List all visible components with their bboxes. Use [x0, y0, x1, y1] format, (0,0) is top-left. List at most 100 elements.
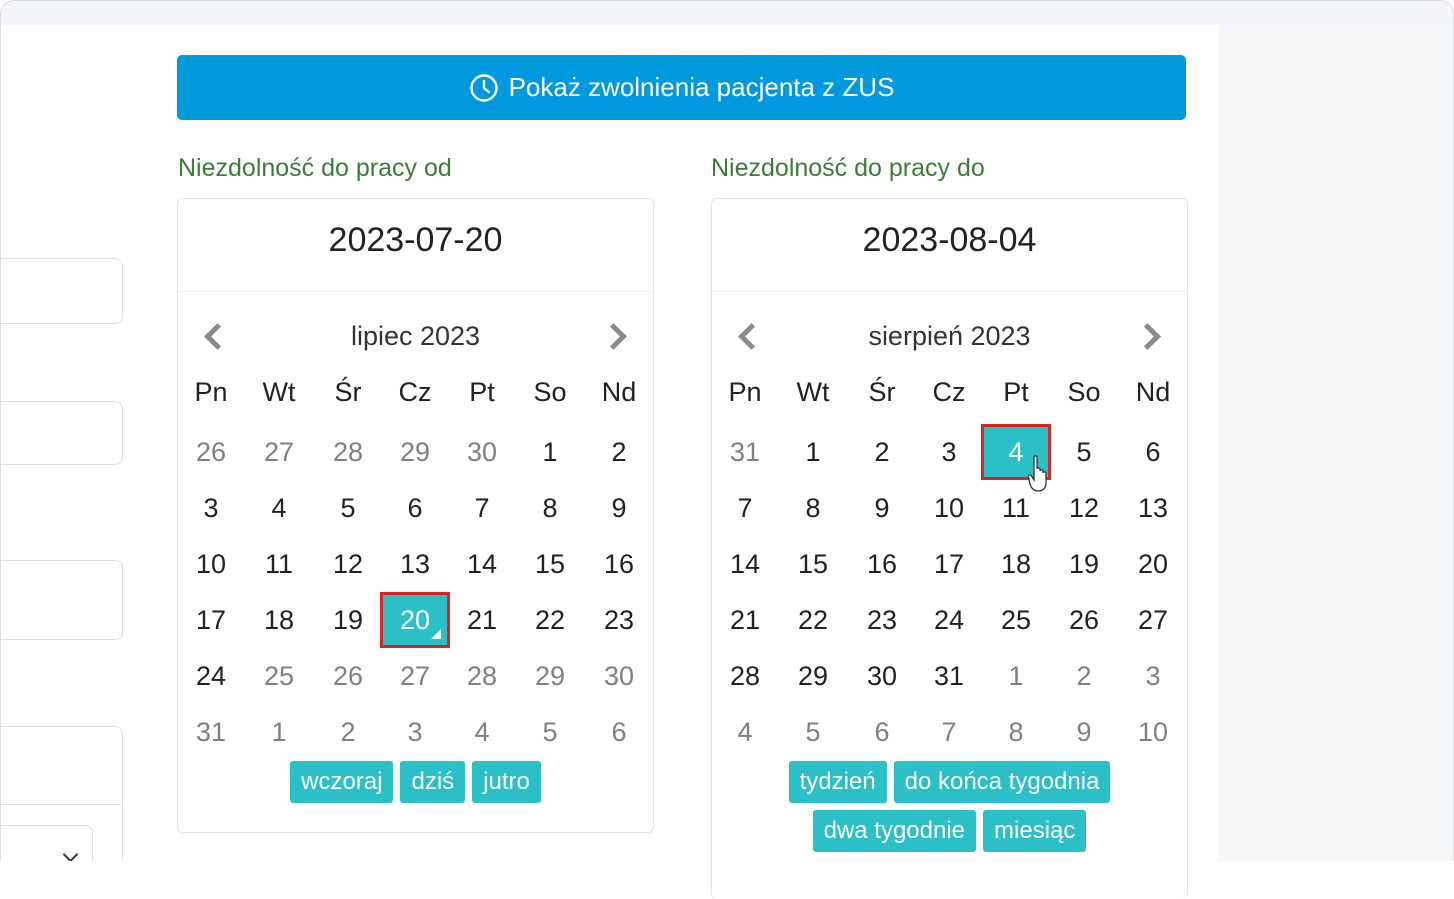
- day-cell[interactable]: 12: [1050, 480, 1118, 536]
- day-cell[interactable]: 3: [381, 704, 449, 760]
- day-cell[interactable]: 30: [848, 648, 916, 704]
- day-cell[interactable]: 2: [585, 424, 653, 480]
- day-cell[interactable]: 13: [381, 536, 449, 592]
- day-cell[interactable]: 2: [314, 704, 382, 760]
- day-cell[interactable]: 6: [848, 704, 916, 760]
- day-cell[interactable]: 7: [711, 480, 779, 536]
- day-cell[interactable]: 28: [314, 424, 382, 480]
- day-cell[interactable]: 10: [915, 480, 983, 536]
- day-cell[interactable]: 29: [516, 648, 584, 704]
- day-cell[interactable]: 24: [177, 648, 245, 704]
- quick-select-button[interactable]: jutro: [472, 761, 541, 803]
- day-cell[interactable]: 13: [1119, 480, 1187, 536]
- day-cell[interactable]: 25: [245, 648, 313, 704]
- day-cell[interactable]: 14: [711, 536, 779, 592]
- day-cell[interactable]: 14: [448, 536, 516, 592]
- day-cell[interactable]: 8: [516, 480, 584, 536]
- day-cell[interactable]: 5: [779, 704, 847, 760]
- day-cell[interactable]: 11: [245, 536, 313, 592]
- day-cell[interactable]: 10: [1119, 704, 1187, 760]
- weekday-label: Nd: [1135, 377, 1171, 407]
- day-cell[interactable]: 27: [245, 424, 313, 480]
- day-cell[interactable]: 2: [848, 424, 916, 480]
- weekday-label: Pn: [194, 377, 228, 407]
- day-cell[interactable]: 18: [245, 592, 313, 648]
- day-cell[interactable]: 12: [314, 536, 382, 592]
- day-cell[interactable]: 16: [848, 536, 916, 592]
- day-cell[interactable]: 27: [381, 648, 449, 704]
- day-cell[interactable]: 22: [516, 592, 584, 648]
- day-cell[interactable]: 3: [1119, 648, 1187, 704]
- day-cell[interactable]: 1: [779, 424, 847, 480]
- selected-day-cell[interactable]: 20: [380, 592, 450, 648]
- day-cell[interactable]: 9: [1050, 704, 1118, 760]
- day-cell[interactable]: 24: [915, 592, 983, 648]
- day-cell[interactable]: 19: [314, 592, 382, 648]
- header-divider: [178, 291, 653, 292]
- left-input-2[interactable]: [1, 401, 123, 465]
- day-cell[interactable]: 30: [448, 424, 516, 480]
- left-input-1[interactable]: [1, 258, 123, 324]
- day-cell[interactable]: 9: [585, 480, 653, 536]
- weekday-label: So: [533, 377, 567, 407]
- day-cell[interactable]: 17: [915, 536, 983, 592]
- day-cell[interactable]: 26: [177, 424, 245, 480]
- day-cell[interactable]: 6: [585, 704, 653, 760]
- day-cell[interactable]: 22: [779, 592, 847, 648]
- weekday-label: Cz: [398, 377, 432, 407]
- day-cell[interactable]: 28: [711, 648, 779, 704]
- day-cell[interactable]: 29: [779, 648, 847, 704]
- day-cell[interactable]: 23: [848, 592, 916, 648]
- day-cell[interactable]: 2: [1050, 648, 1118, 704]
- day-cell[interactable]: 7: [448, 480, 516, 536]
- quick-select-button[interactable]: dziś: [400, 761, 466, 803]
- day-cell[interactable]: 23: [585, 592, 653, 648]
- day-cell[interactable]: 28: [448, 648, 516, 704]
- quick-select-button[interactable]: tydzień: [788, 761, 887, 803]
- day-cell[interactable]: 31: [915, 648, 983, 704]
- day-cell[interactable]: 21: [711, 592, 779, 648]
- quick-select-button[interactable]: wczoraj: [290, 761, 394, 803]
- day-cell[interactable]: 8: [982, 704, 1050, 760]
- day-cell[interactable]: 16: [585, 536, 653, 592]
- day-cell[interactable]: 1: [516, 424, 584, 480]
- day-cell[interactable]: 25: [982, 592, 1050, 648]
- day-cell[interactable]: 5: [1050, 424, 1118, 480]
- day-cell[interactable]: 6: [381, 480, 449, 536]
- day-cell[interactable]: 17: [177, 592, 245, 648]
- quick-select-button[interactable]: miesiąc: [983, 810, 1087, 852]
- day-cell[interactable]: 18: [982, 536, 1050, 592]
- quick-select-button[interactable]: do końca tygodnia: [893, 761, 1111, 803]
- day-cell[interactable]: 15: [779, 536, 847, 592]
- day-cell[interactable]: 30: [585, 648, 653, 704]
- day-cell[interactable]: 1: [245, 704, 313, 760]
- day-cell[interactable]: 4: [245, 480, 313, 536]
- day-cell[interactable]: 26: [314, 648, 382, 704]
- day-cell[interactable]: 3: [177, 480, 245, 536]
- day-cell[interactable]: 29: [381, 424, 449, 480]
- day-cell[interactable]: 20: [1119, 536, 1187, 592]
- day-cell[interactable]: 5: [516, 704, 584, 760]
- day-cell[interactable]: 21: [448, 592, 516, 648]
- day-cell[interactable]: 3: [915, 424, 983, 480]
- left-input-3[interactable]: [1, 560, 123, 640]
- day-cell[interactable]: 5: [314, 480, 382, 536]
- day-cell[interactable]: 6: [1119, 424, 1187, 480]
- day-cell[interactable]: 4: [448, 704, 516, 760]
- day-cell[interactable]: 4: [711, 704, 779, 760]
- weekday-label: Pt: [1003, 377, 1029, 407]
- day-cell[interactable]: 15: [516, 536, 584, 592]
- day-cell[interactable]: 26: [1050, 592, 1118, 648]
- day-cell[interactable]: 19: [1050, 536, 1118, 592]
- quick-select-button[interactable]: dwa tygodnie: [812, 810, 977, 852]
- show-zus-leaves-button[interactable]: Pokaż zwolnienia pacjenta z ZUS: [177, 55, 1186, 120]
- month-title: lipiec 2023: [350, 321, 481, 351]
- day-cell[interactable]: 7: [915, 704, 983, 760]
- day-cell[interactable]: 31: [711, 424, 779, 480]
- day-cell[interactable]: 27: [1119, 592, 1187, 648]
- day-cell[interactable]: 10: [177, 536, 245, 592]
- day-cell[interactable]: 31: [177, 704, 245, 760]
- day-cell[interactable]: 9: [848, 480, 916, 536]
- day-cell[interactable]: 8: [779, 480, 847, 536]
- day-cell[interactable]: 1: [982, 648, 1050, 704]
